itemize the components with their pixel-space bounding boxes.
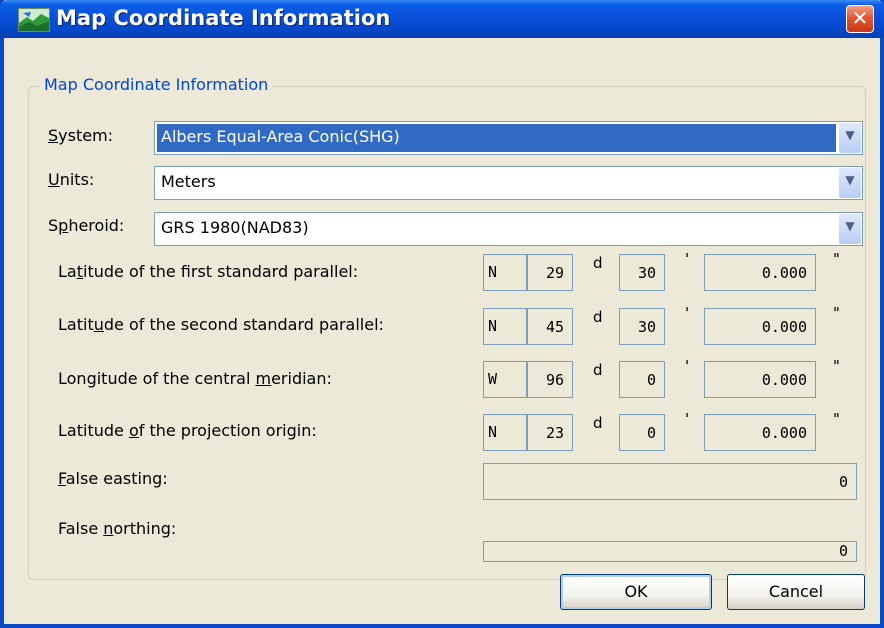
- window-title: Map Coordinate Information: [56, 6, 391, 30]
- seconds-field[interactable]: 0.000: [704, 361, 816, 398]
- units-dropdown[interactable]: Meters ▼: [154, 166, 863, 200]
- group-legend: Map Coordinate Information: [40, 75, 273, 94]
- minutes-field[interactable]: 0: [619, 414, 665, 451]
- spheroid-label: Spheroid:: [48, 216, 125, 235]
- chevron-down-icon[interactable]: ▼: [839, 168, 861, 198]
- degrees-field[interactable]: 96: [527, 361, 573, 398]
- minutes-field[interactable]: 30: [619, 308, 665, 345]
- seconds-unit: ": [833, 250, 840, 268]
- degrees-field[interactable]: 23: [527, 414, 573, 451]
- degrees-unit: d: [593, 254, 603, 272]
- param-label-second-parallel: Latitude of the second standard parallel…: [58, 315, 384, 334]
- param-label-projection-origin: Latitude of the projection origin:: [58, 421, 317, 440]
- false-easting-label: False easting:: [58, 469, 168, 488]
- system-dropdown[interactable]: Albers Equal-Area Conic(SHG) ▼: [154, 121, 863, 155]
- spheroid-dropdown[interactable]: GRS 1980(NAD83) ▼: [154, 212, 863, 246]
- seconds-field[interactable]: 0.000: [704, 308, 816, 345]
- chevron-down-icon[interactable]: ▼: [839, 123, 861, 153]
- param-label-central-meridian: Longitude of the central meridian:: [58, 369, 332, 388]
- param-label-first-parallel: Latitude of the first standard parallel:: [58, 262, 359, 281]
- hemisphere-field[interactable]: N: [483, 414, 527, 451]
- system-value: Albers Equal-Area Conic(SHG): [161, 127, 400, 146]
- degrees-unit: d: [593, 308, 603, 326]
- close-button[interactable]: ✕: [846, 5, 874, 33]
- false-northing-label: False northing:: [58, 519, 177, 538]
- minutes-unit: ': [685, 357, 690, 375]
- degrees-field[interactable]: 29: [527, 254, 573, 291]
- minutes-unit: ': [685, 410, 690, 428]
- seconds-unit: ": [833, 304, 840, 322]
- map-icon: [18, 8, 50, 32]
- chevron-down-icon[interactable]: ▼: [839, 214, 861, 244]
- seconds-unit: ": [833, 357, 840, 375]
- units-value: Meters: [161, 172, 216, 191]
- minutes-unit: ': [685, 250, 690, 268]
- false-easting-field[interactable]: 0: [483, 463, 857, 500]
- hemisphere-field[interactable]: N: [483, 254, 527, 291]
- system-label: System:: [48, 126, 114, 145]
- hemisphere-field[interactable]: W: [483, 361, 527, 398]
- hemisphere-field[interactable]: N: [483, 308, 527, 345]
- close-icon: ✕: [851, 6, 869, 30]
- seconds-unit: ": [833, 410, 840, 428]
- minutes-field[interactable]: 30: [619, 254, 665, 291]
- degrees-unit: d: [593, 361, 603, 379]
- seconds-field[interactable]: 0.000: [704, 414, 816, 451]
- seconds-field[interactable]: 0.000: [704, 254, 816, 291]
- title-bar[interactable]: Map Coordinate Information ✕: [0, 0, 884, 38]
- ok-button[interactable]: OK: [560, 574, 712, 610]
- spheroid-value: GRS 1980(NAD83): [161, 218, 309, 237]
- units-label: Units:: [48, 170, 95, 189]
- cancel-button[interactable]: Cancel: [727, 574, 865, 610]
- minutes-field[interactable]: 0: [619, 361, 665, 398]
- minutes-unit: ': [685, 304, 690, 322]
- degrees-field[interactable]: 45: [527, 308, 573, 345]
- degrees-unit: d: [593, 414, 603, 432]
- false-northing-field[interactable]: 0: [483, 541, 857, 562]
